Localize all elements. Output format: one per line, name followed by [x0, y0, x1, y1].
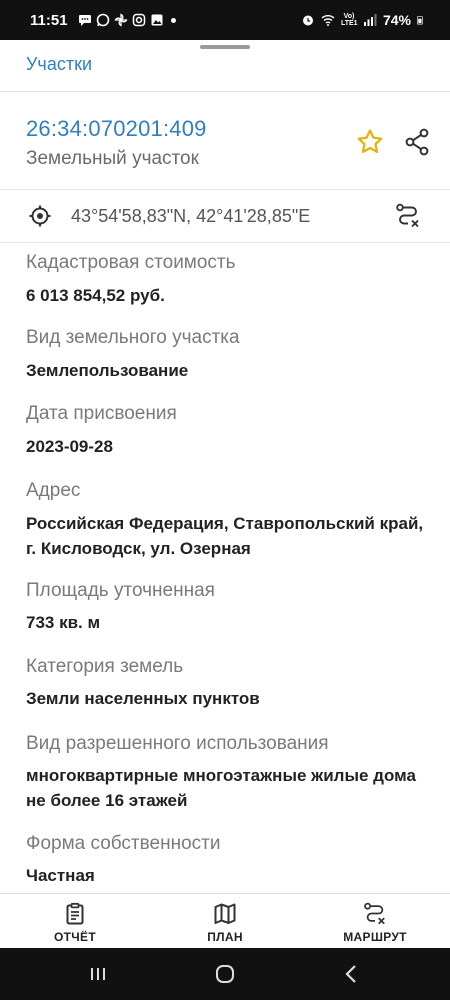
share-icon[interactable] [402, 127, 432, 157]
field-label-area: Площадь уточненная [26, 580, 215, 601]
tab-parcels[interactable]: Участки [26, 54, 92, 75]
field-label-address: Адрес [26, 480, 81, 501]
status-bar: 11:51 Vo) LTE1 74% [0, 0, 450, 40]
route-icon [364, 902, 385, 925]
alarm-icon [302, 15, 313, 26]
field-label-land-kind: Вид земельного участка [26, 327, 240, 348]
clipboard-icon [66, 902, 84, 925]
notification-icons [78, 11, 176, 29]
field-value-land-category: Земли населенных пунктов [26, 689, 260, 708]
favorite-star-icon[interactable] [355, 127, 385, 157]
home-icon[interactable] [213, 962, 237, 986]
coordinates-row[interactable]: 43°54'58,83"N, 42°41'28,85"E [0, 190, 450, 242]
field-label-assigned-date: Дата присвоения [26, 403, 177, 424]
field-label-land-category: Категория земель [26, 656, 184, 677]
system-icons: Vo) LTE1 74% [301, 11, 426, 29]
nav-route-button[interactable]: МАРШРУТ [330, 894, 420, 948]
divider [0, 242, 450, 243]
whatsapp-icon [96, 13, 110, 27]
field-label-permitted-use: Вид разрешенного использования [26, 733, 329, 754]
pinwheel-icon [114, 13, 128, 27]
parcel-cadastral-number: 26:34:070201:409 [26, 116, 207, 141]
network-label: Vo) LTE1 [340, 13, 358, 27]
coordinates-text[interactable]: 43°54'58,83"N, 42°41'28,85"E [71, 206, 310, 227]
divider [0, 91, 450, 92]
bottom-navigation: ОТЧЁТ ПЛАН МАРШРУТ [0, 894, 450, 948]
nav-plan-label: ПЛАН [207, 930, 243, 944]
system-navigation-bar [0, 948, 450, 1000]
recent-apps-icon[interactable] [86, 962, 110, 986]
field-value-cadastral-value: 6 013 854,52 руб. [26, 286, 165, 305]
nav-route-label: МАРШРУТ [343, 930, 407, 944]
nav-plan-button[interactable]: ПЛАН [195, 894, 255, 948]
chat-icon [79, 15, 91, 26]
battery-percent: 74% [382, 12, 411, 28]
field-label-cadastral-value: Кадастровая стоимость [26, 252, 236, 273]
nav-report-button[interactable]: ОТЧЁТ [45, 894, 105, 948]
instagram-icon [132, 13, 146, 27]
location-target-icon [29, 205, 51, 227]
back-icon[interactable] [340, 962, 364, 986]
map-icon [214, 903, 236, 924]
dot-icon [171, 17, 176, 23]
wifi-icon [321, 15, 335, 26]
field-value-address: Российская Федерация, Ставропольский кра… [26, 514, 424, 558]
gallery-icon [151, 14, 163, 26]
field-value-land-kind: Землепользование [26, 361, 189, 380]
sheet-drag-handle[interactable] [200, 45, 250, 49]
field-value-permitted-use: многоквартирные многоэтажные жилые дома … [26, 766, 416, 810]
status-time: 11:51 [30, 12, 68, 29]
parcel-type: Земельный участок [26, 148, 199, 169]
nav-report-label: ОТЧЁТ [54, 930, 96, 944]
field-value-ownership: Частная [26, 866, 95, 885]
field-value-area: 733 кв. м [26, 613, 101, 632]
field-value-assigned-date: 2023-09-28 [26, 437, 113, 456]
signal-icon [363, 14, 377, 26]
battery-icon [417, 16, 423, 25]
route-off-icon[interactable] [395, 203, 421, 229]
field-label-ownership: Форма собственности [26, 833, 221, 854]
